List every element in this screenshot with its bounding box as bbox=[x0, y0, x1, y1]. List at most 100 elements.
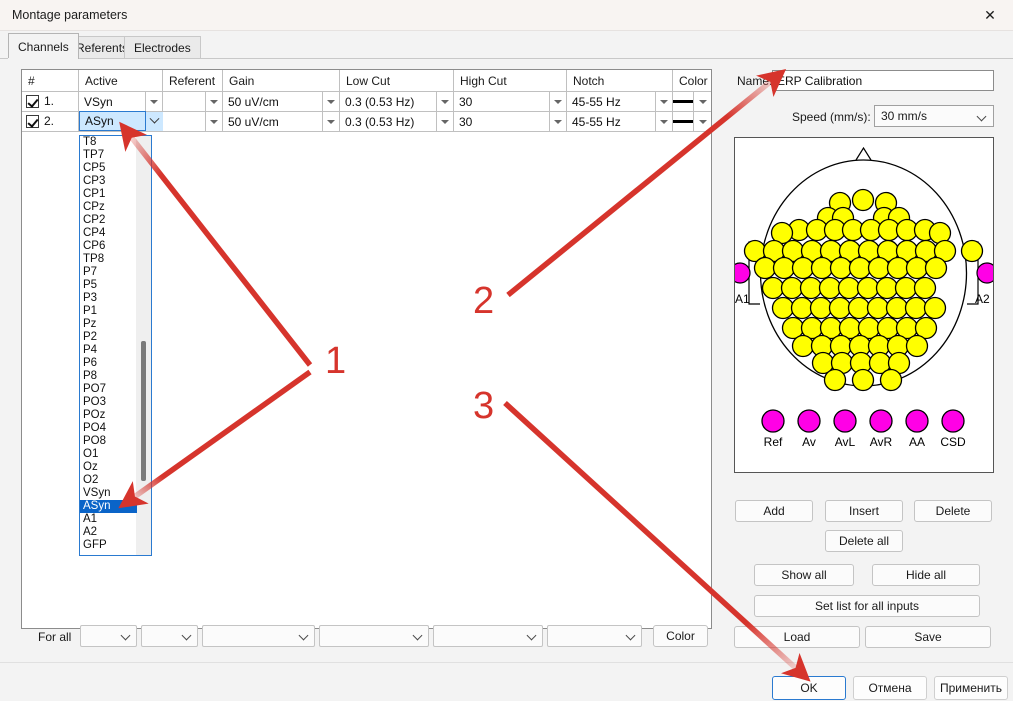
head-electrode[interactable] bbox=[867, 256, 891, 280]
dropdown-item[interactable]: P4 bbox=[80, 344, 137, 357]
active-cell-selected[interactable]: ASyn bbox=[79, 111, 146, 131]
gain-dropdown-arrow[interactable] bbox=[323, 92, 340, 111]
head-electrode[interactable] bbox=[761, 276, 785, 300]
head-electrode[interactable] bbox=[772, 256, 796, 280]
notch-dropdown-arrow[interactable] bbox=[656, 112, 673, 131]
dropdown-item[interactable]: O1 bbox=[80, 448, 137, 461]
speed-select[interactable]: 30 mm/s bbox=[874, 105, 994, 127]
add-button[interactable]: Add bbox=[735, 500, 813, 522]
dropdown-item[interactable]: PO4 bbox=[80, 422, 137, 435]
dropdown-item[interactable]: A2 bbox=[80, 526, 137, 539]
color-cell[interactable] bbox=[673, 112, 694, 131]
table-row[interactable]: 1. VSyn 50 uV/cm 0.3 (0.53 Hz) 30 45-55 … bbox=[22, 92, 711, 112]
dropdown-item[interactable]: PO8 bbox=[80, 435, 137, 448]
head-electrode[interactable] bbox=[894, 276, 918, 300]
dropdown-item[interactable]: P3 bbox=[80, 292, 137, 305]
active-dropdown-arrow[interactable] bbox=[146, 92, 163, 111]
delete-all-button[interactable]: Delete all bbox=[825, 530, 903, 552]
lowcut-cell[interactable]: 0.3 (0.53 Hz) bbox=[340, 92, 437, 111]
head-electrode[interactable] bbox=[829, 256, 853, 280]
dropdown-item[interactable]: CP6 bbox=[80, 240, 137, 253]
head-electrode[interactable] bbox=[875, 276, 899, 300]
special-electrode-aa[interactable] bbox=[905, 409, 929, 433]
color-dropdown-arrow[interactable] bbox=[694, 92, 711, 111]
head-map-preview[interactable]: A1 A2 Ref Av AvL AvR AA CSD bbox=[734, 137, 994, 473]
set-list-for-all-inputs-button[interactable]: Set list for all inputs bbox=[754, 595, 980, 617]
head-electrode[interactable] bbox=[886, 256, 910, 280]
notch-dropdown-arrow[interactable] bbox=[656, 92, 673, 111]
for-all-select-gain[interactable] bbox=[202, 625, 315, 647]
special-electrode-ref[interactable] bbox=[761, 409, 785, 433]
tab-electrodes[interactable]: Electrodes bbox=[124, 36, 201, 59]
head-electrode[interactable] bbox=[818, 276, 842, 300]
dropdown-scrollbar-thumb[interactable] bbox=[141, 341, 146, 481]
head-electrode[interactable] bbox=[848, 256, 872, 280]
head-electrode[interactable] bbox=[851, 188, 875, 212]
dropdown-item[interactable]: GFP bbox=[80, 539, 137, 552]
head-electrode[interactable] bbox=[753, 256, 777, 280]
head-electrode[interactable] bbox=[856, 276, 880, 300]
dropdown-item[interactable]: O2 bbox=[80, 474, 137, 487]
active-dropdown-arrow-open[interactable] bbox=[146, 112, 163, 131]
dropdown-item[interactable]: CP1 bbox=[80, 188, 137, 201]
for-all-select-highcut[interactable] bbox=[433, 625, 543, 647]
delete-button[interactable]: Delete bbox=[914, 500, 992, 522]
head-electrode[interactable] bbox=[791, 256, 815, 280]
special-electrode-av[interactable] bbox=[797, 409, 821, 433]
dropdown-item[interactable]: TP8 bbox=[80, 253, 137, 266]
head-electrode[interactable] bbox=[780, 276, 804, 300]
gain-cell[interactable]: 50 uV/cm bbox=[223, 92, 323, 111]
dropdown-item[interactable]: P6 bbox=[80, 357, 137, 370]
dropdown-item[interactable]: CP3 bbox=[80, 175, 137, 188]
lowcut-dropdown-arrow[interactable] bbox=[437, 92, 454, 111]
dropdown-item[interactable]: P1 bbox=[80, 305, 137, 318]
color-cell[interactable] bbox=[673, 92, 694, 111]
for-all-select-active[interactable] bbox=[80, 625, 137, 647]
dropdown-item[interactable]: CP5 bbox=[80, 162, 137, 175]
row-checkbox[interactable] bbox=[26, 115, 39, 128]
head-electrode[interactable] bbox=[809, 296, 833, 320]
save-button[interactable]: Save bbox=[865, 626, 991, 648]
head-electrode[interactable] bbox=[905, 256, 929, 280]
head-electrode[interactable] bbox=[810, 256, 834, 280]
for-all-select-lowcut[interactable] bbox=[319, 625, 429, 647]
referent-dropdown-arrow[interactable] bbox=[206, 92, 223, 111]
head-electrode[interactable] bbox=[823, 368, 847, 392]
head-electrode[interactable] bbox=[960, 239, 984, 263]
montage-name-input[interactable] bbox=[772, 70, 994, 91]
referent-dropdown-arrow[interactable] bbox=[206, 112, 223, 131]
dropdown-item[interactable]: CP4 bbox=[80, 227, 137, 240]
show-all-button[interactable]: Show all bbox=[754, 564, 854, 586]
apply-button[interactable]: Применить bbox=[934, 676, 1008, 700]
head-electrode[interactable] bbox=[905, 334, 929, 358]
special-electrode-csd[interactable] bbox=[941, 409, 965, 433]
dropdown-scrollbar[interactable] bbox=[136, 136, 151, 555]
referent-cell[interactable] bbox=[163, 112, 206, 131]
head-electrode[interactable] bbox=[923, 296, 947, 320]
head-electrode[interactable] bbox=[771, 296, 795, 320]
close-icon[interactable]: ✕ bbox=[967, 0, 1013, 31]
head-electrode[interactable] bbox=[837, 276, 861, 300]
dropdown-item[interactable]: PO3 bbox=[80, 396, 137, 409]
special-electrode-avr[interactable] bbox=[869, 409, 893, 433]
highcut-cell[interactable]: 30 bbox=[454, 92, 550, 111]
head-electrode[interactable] bbox=[866, 296, 890, 320]
dropdown-item[interactable]: P5 bbox=[80, 279, 137, 292]
head-electrode[interactable] bbox=[851, 368, 875, 392]
gain-cell[interactable]: 50 uV/cm bbox=[223, 112, 323, 131]
for-all-color-button[interactable]: Color bbox=[653, 625, 708, 647]
dropdown-item[interactable]: VSyn bbox=[80, 487, 137, 500]
head-electrode[interactable] bbox=[847, 296, 871, 320]
head-electrode[interactable] bbox=[799, 276, 823, 300]
dropdown-item[interactable]: CP2 bbox=[80, 214, 137, 227]
head-electrode[interactable] bbox=[791, 334, 815, 358]
head-electrode[interactable] bbox=[828, 296, 852, 320]
highcut-dropdown-arrow[interactable] bbox=[550, 112, 567, 131]
active-cell[interactable]: VSyn bbox=[79, 92, 146, 111]
for-all-select-referent[interactable] bbox=[141, 625, 198, 647]
row-checkbox[interactable] bbox=[26, 95, 39, 108]
cancel-button[interactable]: Отмена bbox=[853, 676, 927, 700]
dropdown-item[interactable]: Oz bbox=[80, 461, 137, 474]
dropdown-item[interactable]: P7 bbox=[80, 266, 137, 279]
head-electrode[interactable] bbox=[924, 256, 948, 280]
